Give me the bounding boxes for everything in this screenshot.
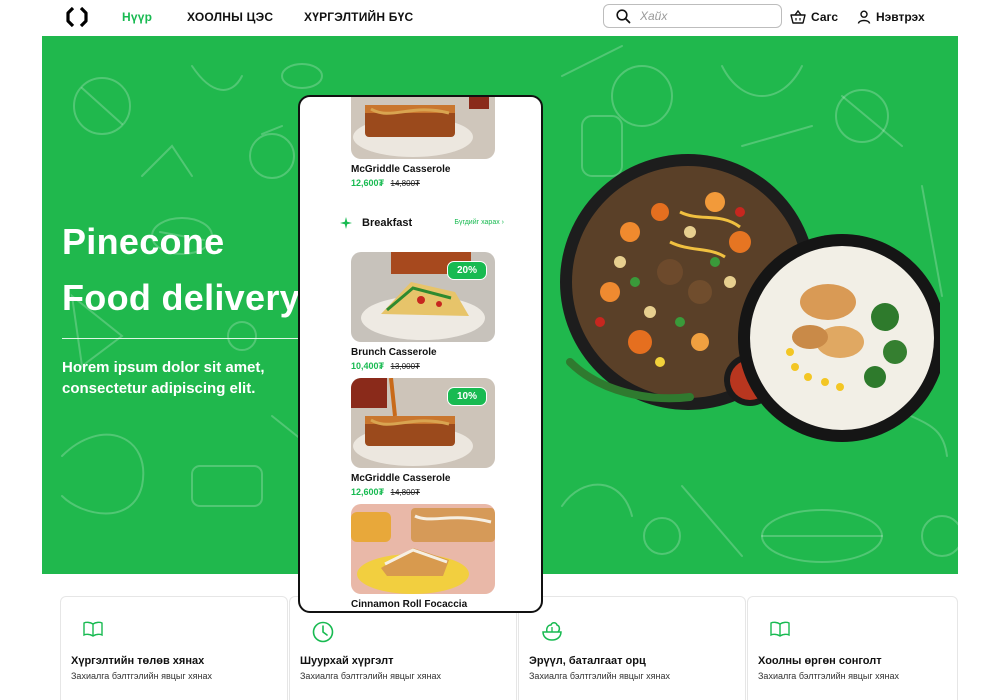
book-icon bbox=[83, 621, 103, 637]
basket-icon bbox=[790, 10, 806, 24]
food-card-image: 10% bbox=[351, 378, 495, 468]
food-card-image: 20% bbox=[351, 252, 495, 342]
food-card-name: McGriddle Casserole bbox=[351, 473, 451, 484]
food-card[interactable]: 10% McGriddle Casserole 12,600₮ 14,800₮ bbox=[351, 378, 495, 497]
food-card-prices: 10,400₮ 13,000₮ bbox=[351, 361, 495, 371]
food-card-old-price: 14,800₮ bbox=[390, 488, 420, 497]
food-card-name: Brunch Casserole bbox=[351, 347, 437, 358]
food-card-prices: 12,600₮ 14,800₮ bbox=[351, 178, 495, 188]
nav-link-menu[interactable]: ХООЛНЫ ЦЭС bbox=[187, 10, 273, 24]
feature-description: Захиалга бэлтгэлийн явцыг хянах bbox=[300, 671, 442, 681]
feature-title: Хоолны өргөн сонголт bbox=[758, 655, 882, 667]
food-card-prices: 12,600₮ 14,800₮ bbox=[351, 487, 495, 497]
hero-subtitle: Horem ipsum dolor sit amet, consectetur … bbox=[62, 359, 265, 397]
food-card-old-price: 13,000₮ bbox=[390, 362, 420, 371]
food-card-price: 12,600₮ bbox=[351, 178, 385, 188]
discount-badge: 10% bbox=[446, 387, 487, 406]
feature-title: Хүргэлтийн төлөв хянах bbox=[71, 655, 205, 667]
see-all-link[interactable]: Бүгдийг харах › bbox=[454, 219, 504, 226]
food-card-name: Cinnamon Roll Focaccia bbox=[351, 599, 468, 610]
login-label: Нэвтрэх bbox=[876, 10, 925, 24]
hero-title: Pinecone Food delivery bbox=[62, 214, 300, 326]
cart-label: Сагс bbox=[811, 10, 838, 24]
hero-divider bbox=[62, 338, 298, 339]
phone-mockup: McGriddle Casserole 12,600₮ 14,800₮ Brea… bbox=[298, 95, 543, 613]
clock-icon bbox=[312, 621, 334, 643]
feature-description: Захиалга бэлтгэлийн явцыг хянах bbox=[71, 671, 213, 681]
feature-card-healthy: Эрүүл, баталгаат орц Захиалга бэлтгэлийн… bbox=[518, 596, 746, 700]
food-card[interactable]: McGriddle Casserole 12,600₮ 14,800₮ bbox=[351, 97, 495, 188]
food-card-image bbox=[351, 97, 495, 159]
book-icon bbox=[770, 621, 790, 637]
nav-link-delivery-zone[interactable]: ХҮРГЭЛТИЙН БҮС bbox=[304, 10, 413, 24]
feature-description: Захиалга бэлтгэлийн явцыг хянах bbox=[758, 671, 900, 681]
search-box[interactable] bbox=[603, 4, 782, 28]
sparkle-icon bbox=[340, 217, 352, 229]
feature-card-wide-choice: Хоолны өргөн сонголт Захиалга бэлтгэлийн… bbox=[747, 596, 958, 700]
salad-icon bbox=[542, 622, 562, 641]
food-bowls-image bbox=[560, 154, 940, 442]
food-card[interactable]: Cinnamon Roll Focaccia bbox=[351, 504, 495, 610]
food-card-image bbox=[351, 504, 495, 594]
food-card[interactable]: 20% Brunch Casserole 10,400₮ 13,000₮ bbox=[351, 252, 495, 371]
food-card-price: 12,600₮ bbox=[351, 487, 385, 497]
discount-badge: 20% bbox=[446, 261, 487, 280]
hero-title-line-2: Food delivery bbox=[62, 277, 300, 318]
pinecone-logo[interactable] bbox=[66, 7, 88, 27]
top-navigation: Нүүр ХООЛНЫ ЦЭС ХҮРГЭЛТИЙН БҮС Сагс Нэвт… bbox=[0, 0, 1000, 34]
login-button[interactable]: Нэвтрэх bbox=[857, 9, 925, 25]
search-icon bbox=[616, 9, 631, 24]
user-icon bbox=[857, 10, 871, 24]
nav-link-home[interactable]: Нүүр bbox=[122, 10, 152, 24]
breakfast-section-header: Breakfast Бүгдийг харах › bbox=[340, 217, 504, 231]
food-card-price: 10,400₮ bbox=[351, 361, 385, 371]
hero-title-line-1: Pinecone bbox=[62, 221, 225, 262]
cart-button[interactable]: Сагс bbox=[790, 9, 838, 25]
feature-card-tracking: Хүргэлтийн төлөв хянах Захиалга бэлтгэли… bbox=[60, 596, 288, 700]
feature-description: Захиалга бэлтгэлийн явцыг хянах bbox=[529, 671, 671, 681]
section-title: Breakfast bbox=[362, 217, 413, 229]
search-input[interactable] bbox=[640, 7, 775, 25]
feature-title: Эрүүл, баталгаат орц bbox=[529, 655, 646, 667]
food-card-name: McGriddle Casserole bbox=[351, 164, 451, 175]
food-card-old-price: 14,800₮ bbox=[390, 179, 420, 188]
feature-title: Шуурхай хүргэлт bbox=[300, 655, 394, 667]
